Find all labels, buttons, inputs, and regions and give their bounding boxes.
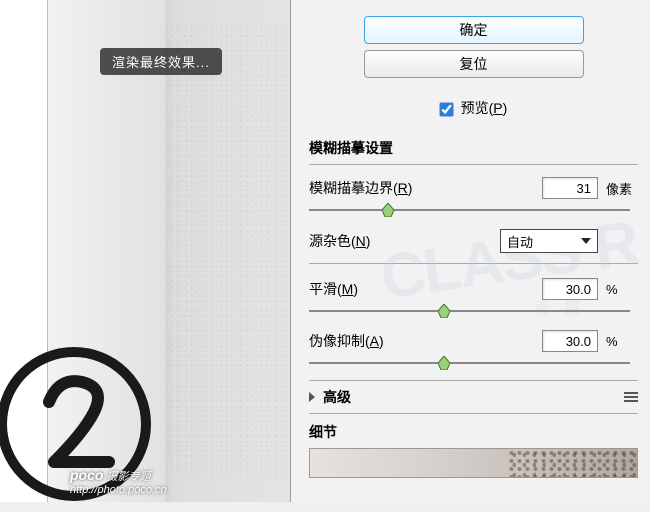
menu-icon[interactable] — [624, 392, 638, 402]
smooth-input[interactable] — [542, 278, 598, 300]
edge-label: 模糊描摹边界(R) — [309, 178, 412, 198]
artifact-label: 伪像抑制(A) — [309, 331, 384, 351]
edge-slider[interactable] — [309, 201, 638, 219]
chevron-down-icon — [581, 238, 591, 244]
preview-pane: 渲染最终效果... poco 摄影专题 http://photo.poco.cn — [0, 0, 290, 502]
reset-button[interactable]: 复位 — [364, 50, 584, 78]
noise-label: 源杂色(N) — [309, 231, 370, 251]
detail-section-title: 细节 — [309, 414, 638, 446]
artifact-slider[interactable] — [309, 354, 638, 372]
slider-thumb-icon[interactable] — [382, 203, 394, 217]
settings-panel: CLASS R 爱 摄 确定 复位 预览(P) 模糊描摹设置 模糊描摹边界(R)… — [290, 0, 650, 502]
smooth-label: 平滑(M) — [309, 279, 358, 299]
preview-gutter — [0, 0, 48, 502]
detail-preview — [309, 448, 638, 478]
slider-thumb-icon[interactable] — [438, 356, 450, 370]
render-status-badge: 渲染最终效果... — [100, 48, 222, 75]
edge-unit: 像素 — [606, 179, 638, 198]
ok-button[interactable]: 确定 — [364, 16, 584, 44]
edge-input[interactable] — [542, 177, 598, 199]
artifact-input[interactable] — [542, 330, 598, 352]
noise-select[interactable]: 自动 — [500, 229, 598, 253]
preview-image[interactable] — [48, 0, 293, 502]
slider-thumb-icon[interactable] — [438, 304, 450, 318]
preview-label: 预览(P) — [461, 100, 508, 116]
smooth-slider[interactable] — [309, 302, 638, 320]
artifact-unit: % — [606, 334, 638, 349]
blur-section-title: 模糊描摹设置 — [309, 132, 638, 165]
advanced-collapse[interactable]: 高级 — [309, 380, 638, 414]
preview-checkbox[interactable] — [439, 102, 453, 116]
smooth-unit: % — [606, 282, 638, 297]
triangle-right-icon — [309, 392, 315, 402]
